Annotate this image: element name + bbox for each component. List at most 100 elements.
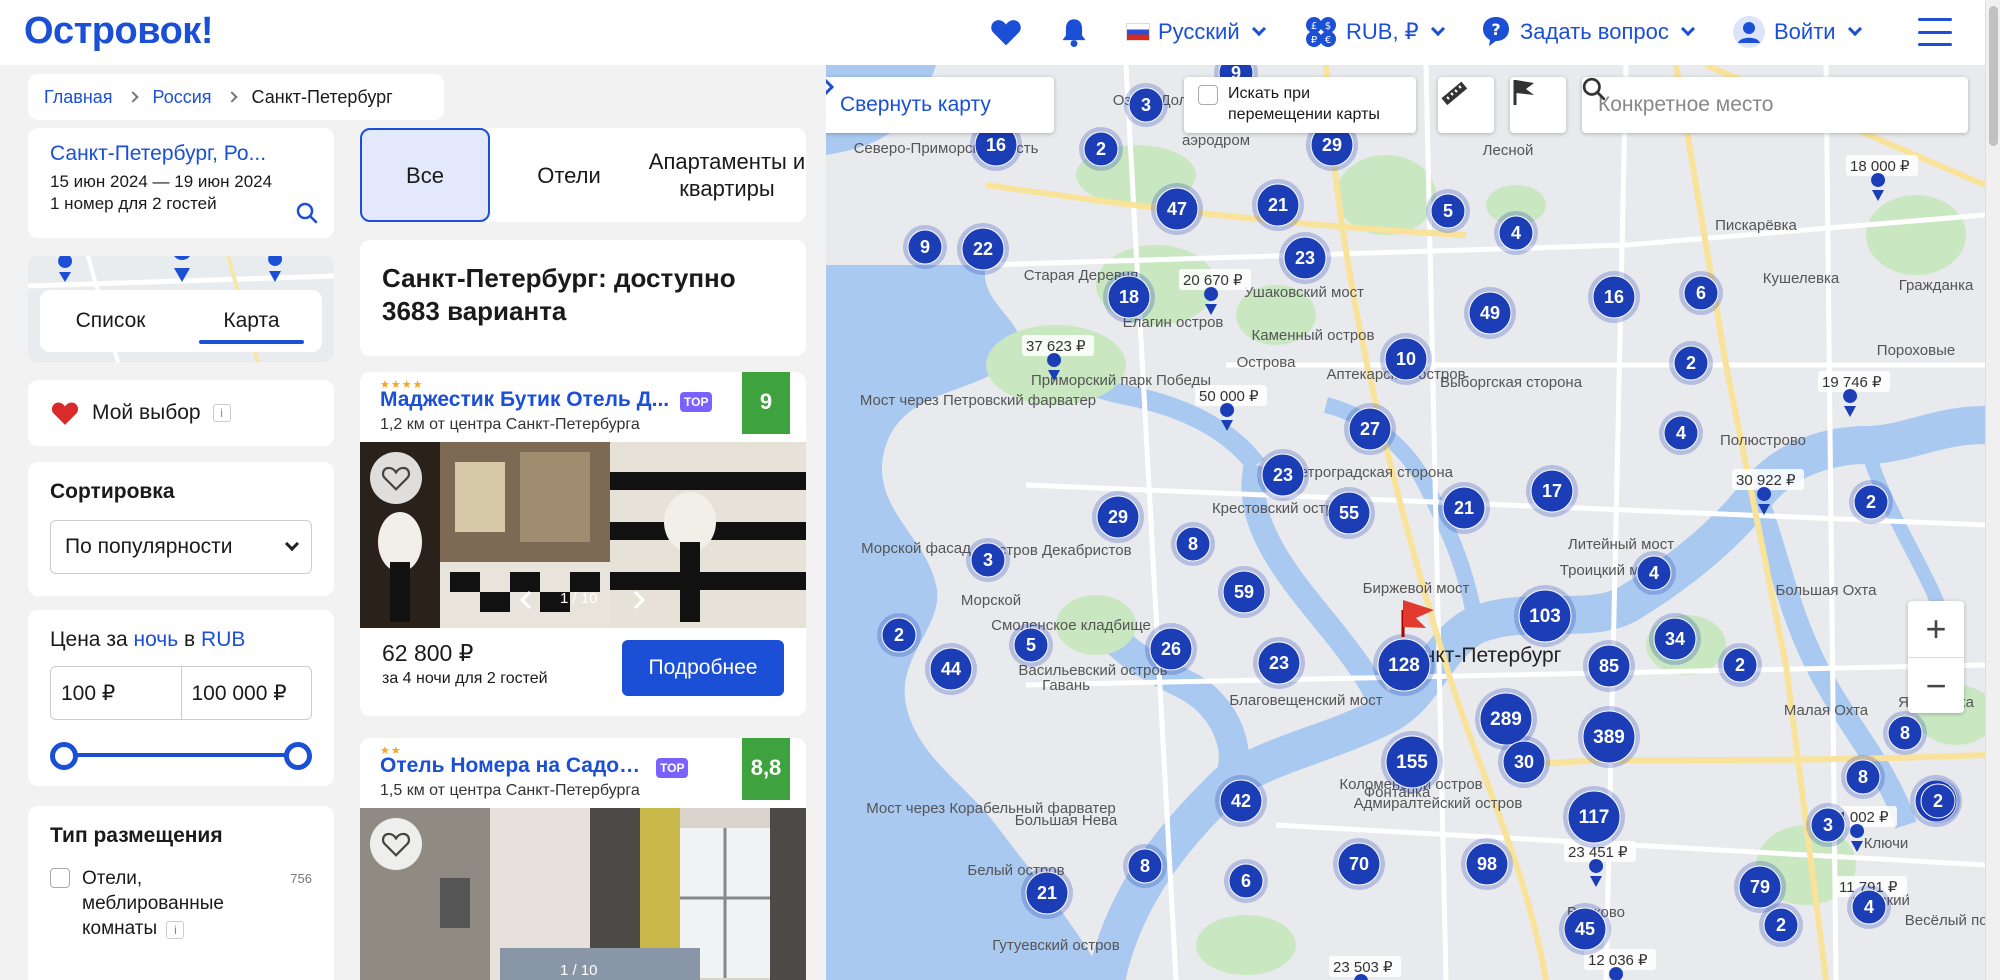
hotel-cluster-marker[interactable]: 2 <box>1079 127 1123 171</box>
hotel-cluster-marker[interactable]: 8 <box>1841 755 1885 799</box>
hotel-cluster-marker[interactable]: 3 <box>1124 83 1168 127</box>
hotel-cluster-marker[interactable]: 155 <box>1381 731 1443 793</box>
hotel-cluster-marker[interactable]: 3 <box>1806 803 1850 847</box>
hotel-cluster-marker[interactable]: 30 <box>1498 736 1550 788</box>
hotel-cluster-marker[interactable]: 23 <box>1253 637 1305 689</box>
hotel-cluster-marker[interactable]: 29 <box>1092 491 1144 543</box>
accommodation-type-option[interactable]: Отели, меблированные комнаты i 756 <box>50 866 312 941</box>
ruler-tool-button[interactable] <box>1438 77 1494 133</box>
notifications-bell-icon[interactable] <box>1060 14 1088 50</box>
hotel-cluster-marker[interactable]: 26 <box>1145 623 1197 675</box>
tab-list[interactable]: Список <box>40 290 181 352</box>
price-slider-min-handle[interactable] <box>50 742 78 770</box>
hotel-cluster-marker[interactable]: 23 <box>1257 449 1309 501</box>
hotel-cluster-marker[interactable]: 6 <box>1679 271 1723 315</box>
add-to-favorites-button[interactable] <box>370 452 422 504</box>
tab-all[interactable]: Все <box>360 128 490 222</box>
breadcrumb-home[interactable]: Главная <box>44 87 113 108</box>
hotel-cluster-marker[interactable]: 2 <box>1669 341 1713 385</box>
hotel-cluster-marker[interactable]: 59 <box>1218 566 1270 618</box>
hotel-cluster-marker[interactable]: 117 <box>1563 786 1625 848</box>
hotel-name[interactable]: Маджестик Бутик Отель Д... <box>380 388 670 412</box>
hotel-cluster-marker[interactable]: 2 <box>877 613 921 657</box>
hotel-cluster-marker[interactable]: 21 <box>1252 179 1304 231</box>
city-map[interactable]: Озеро ДолгоеСеверо-Приморская частьаэрод… <box>826 65 1985 980</box>
price-period-link[interactable]: ночь <box>133 628 178 651</box>
search-destination[interactable]: Санкт-Петербург, Ро... <box>50 142 312 166</box>
hotel-cluster-marker[interactable]: 85 <box>1583 640 1635 692</box>
hotel-cluster-marker[interactable]: 2 <box>1759 903 1803 947</box>
price-pin-marker[interactable]: 18 000 ₽ <box>1846 155 1918 201</box>
sorting-select[interactable]: По популярности <box>50 520 312 574</box>
hotel-cluster-marker[interactable]: 6 <box>1224 859 1268 903</box>
hotel-cluster-marker[interactable]: 27 <box>1344 403 1396 455</box>
tab-hotels[interactable]: Отели <box>490 128 648 222</box>
hotel-cluster-marker[interactable]: 47 <box>1151 183 1203 235</box>
hotel-cluster-marker[interactable]: 10 <box>1380 333 1432 385</box>
tab-map[interactable]: Карта <box>181 290 322 352</box>
hotel-cluster-marker[interactable]: 21 <box>1021 867 1073 919</box>
login-menu[interactable]: Войти <box>1732 14 1862 50</box>
hotel-cluster-marker[interactable]: 23 <box>1279 232 1331 284</box>
scrollbar-thumb[interactable] <box>1989 6 1998 146</box>
hotel-cluster-marker[interactable]: 55 <box>1323 487 1375 539</box>
my-choice-card[interactable]: Мой выбор i <box>28 380 334 446</box>
place-search-input[interactable]: Конкретное место <box>1582 77 1968 133</box>
hotel-name[interactable]: Отель Номера на Садовой <box>380 754 650 778</box>
hotel-cluster-marker[interactable]: 4 <box>1847 885 1891 929</box>
search-on-move-toggle[interactable]: Искать при перемещении карты <box>1184 77 1416 133</box>
details-button[interactable]: Подробнее <box>622 640 784 696</box>
checkbox[interactable] <box>50 868 70 888</box>
price-pin-marker[interactable]: 12 036 ₽ <box>1584 949 1656 980</box>
hotel-card[interactable]: ★★★★ Маджестик Бутик Отель Д... TOP 1,2 … <box>360 372 806 716</box>
hotel-cluster-marker[interactable]: 22 <box>957 223 1009 275</box>
hotel-cluster-marker[interactable]: 4 <box>1659 411 1703 455</box>
price-pin-marker[interactable]: 23 451 ₽ <box>1564 841 1636 887</box>
favorites-icon[interactable] <box>990 14 1022 50</box>
hotel-cluster-marker[interactable]: 21 <box>1438 482 1490 534</box>
hotel-cluster-marker[interactable]: 2 <box>1849 480 1893 524</box>
hotel-cluster-marker[interactable]: 44 <box>925 643 977 695</box>
price-slider-max-handle[interactable] <box>284 742 312 770</box>
map-panel[interactable]: Озеро ДолгоеСеверо-Приморская частьаэрод… <box>826 65 1985 980</box>
currency-selector[interactable]: £ $ ₽ € RUB, ₽ <box>1304 14 1445 50</box>
add-to-favorites-button[interactable] <box>370 818 422 870</box>
hotel-cluster-marker[interactable]: 2 <box>1916 779 1960 823</box>
hotel-cluster-marker[interactable]: 128 <box>1373 634 1435 696</box>
page-scrollbar[interactable] <box>1985 0 2000 980</box>
hotel-cluster-marker[interactable]: 45 <box>1559 903 1611 955</box>
zoom-in-button[interactable]: + <box>1908 601 1964 657</box>
flag-tool-button[interactable] <box>1510 77 1566 133</box>
language-selector[interactable]: Русский <box>1126 14 1266 50</box>
hotel-cluster-marker[interactable]: 34 <box>1649 613 1701 665</box>
logo[interactable]: Островок! <box>24 10 213 53</box>
price-pin-marker[interactable]: 23 503 ₽ <box>1329 956 1401 980</box>
hotel-cluster-marker[interactable]: 8 <box>1171 522 1215 566</box>
ask-question-menu[interactable]: ? Задать вопрос <box>1480 14 1695 50</box>
hotel-cluster-marker[interactable]: 17 <box>1526 465 1578 517</box>
hotel-cluster-marker[interactable]: 4 <box>1494 211 1538 255</box>
hotel-cluster-marker[interactable]: 98 <box>1461 838 1513 890</box>
hotel-cluster-marker[interactable]: 103 <box>1514 585 1576 647</box>
search-icon[interactable] <box>296 202 318 224</box>
collapse-map-button[interactable]: Свернуть карту <box>826 77 1054 133</box>
hotel-cluster-marker[interactable]: 9 <box>903 225 947 269</box>
hotel-card[interactable]: ★★ Отель Номера на Садовой TOP 1,5 км от… <box>360 738 806 980</box>
menu-hamburger-icon[interactable] <box>1918 18 1952 46</box>
hotel-cluster-marker[interactable]: 4 <box>1632 551 1676 595</box>
zoom-out-button[interactable]: − <box>1908 657 1964 713</box>
price-min-input[interactable]: 100 ₽ <box>51 667 181 719</box>
price-currency-link[interactable]: RUB <box>201 628 245 651</box>
hotel-cluster-marker[interactable]: 2 <box>1718 643 1762 687</box>
breadcrumb-country[interactable]: Россия <box>153 87 212 108</box>
hotel-cluster-marker[interactable]: 5 <box>1426 189 1470 233</box>
hotel-photo[interactable] <box>360 808 806 980</box>
tab-apartments[interactable]: Апартаменты и квартиры <box>648 128 806 222</box>
checkbox[interactable] <box>1198 85 1218 105</box>
hotel-cluster-marker[interactable]: 389 <box>1578 706 1640 768</box>
hotel-cluster-marker[interactable]: 42 <box>1215 775 1267 827</box>
info-icon[interactable]: i <box>166 921 185 939</box>
price-range-slider[interactable] <box>50 740 312 770</box>
hotel-cluster-marker[interactable]: 3 <box>966 538 1010 582</box>
hotel-cluster-marker[interactable]: 18 <box>1103 271 1155 323</box>
